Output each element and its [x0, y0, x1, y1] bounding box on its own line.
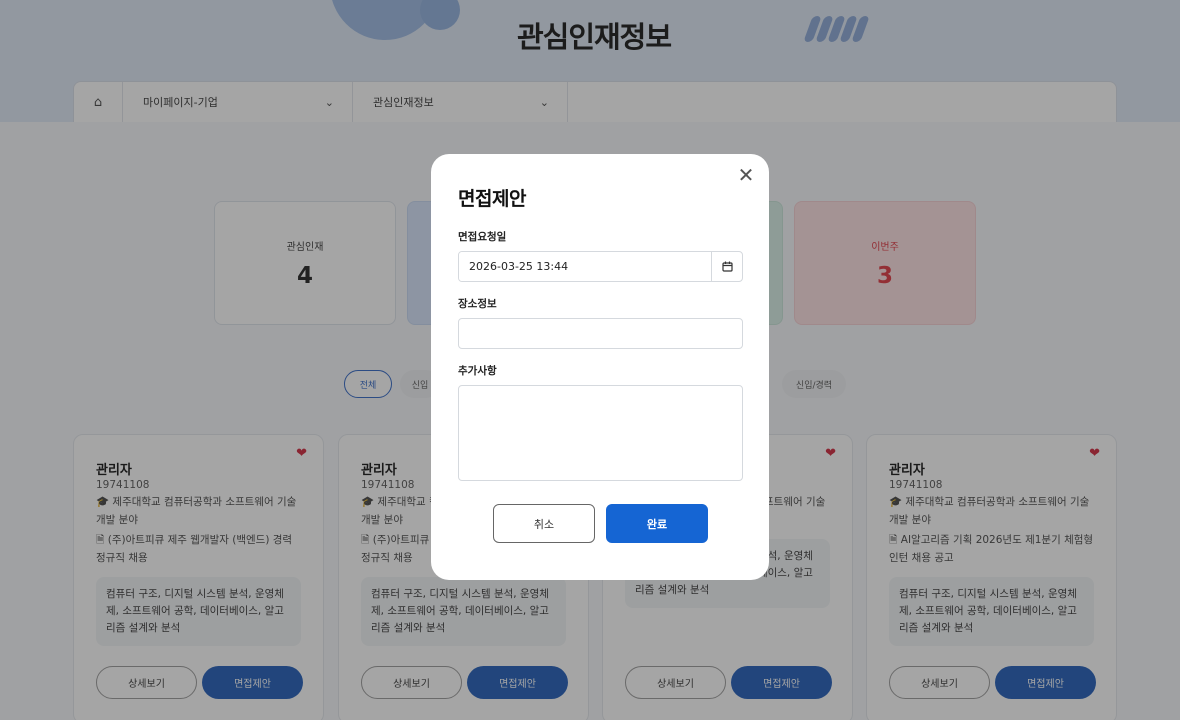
date-field — [458, 251, 743, 282]
calendar-icon[interactable] — [711, 252, 742, 281]
confirm-button[interactable]: 완료 — [606, 504, 708, 543]
extra-label: 추가사항 — [458, 365, 497, 377]
location-label: 장소정보 — [458, 298, 497, 310]
date-label: 면접요청일 — [458, 231, 507, 243]
close-icon[interactable]: ✕ — [735, 164, 757, 186]
location-input[interactable] — [458, 318, 743, 349]
cancel-button[interactable]: 취소 — [493, 504, 595, 543]
interview-date-input[interactable] — [459, 252, 711, 281]
interview-offer-modal: ✕ 면접제안 면접요청일 장소정보 추가사항 취소 완료 — [431, 154, 769, 580]
extra-notes-textarea[interactable] — [458, 385, 743, 481]
modal-title: 면접제안 — [458, 188, 526, 210]
